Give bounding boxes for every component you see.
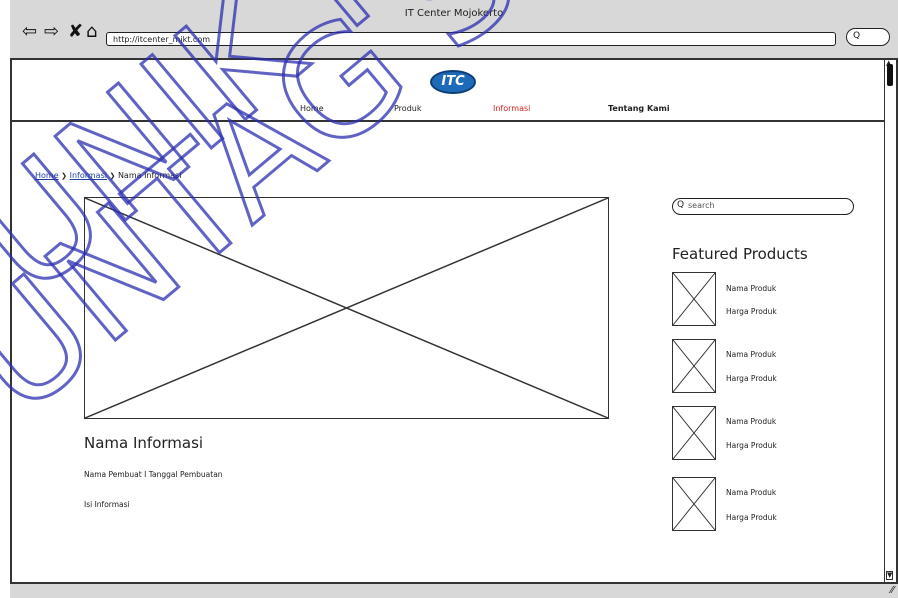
- product-image-placeholder[interactable]: [672, 339, 716, 393]
- info-title: Nama Informasi: [84, 434, 204, 452]
- product-price: Harga Produk: [726, 441, 777, 450]
- nav-tentang-kami[interactable]: Tentang Kami: [608, 104, 670, 113]
- main-image-placeholder: [84, 197, 609, 419]
- search-icon: Q: [853, 31, 861, 41]
- chevron-right-icon: ❯: [109, 172, 116, 180]
- product-name[interactable]: Nama Produk: [726, 350, 776, 359]
- product-price: Harga Produk: [726, 513, 777, 522]
- nav-produk[interactable]: Produk: [394, 104, 421, 113]
- breadcrumb-informasi[interactable]: Informasi: [70, 171, 107, 180]
- resize-handle-icon[interactable]: ⁄⁄: [891, 585, 894, 596]
- info-body: Isi Informasi: [84, 500, 130, 509]
- url-bar[interactable]: http://itcenter_mjkt.com: [106, 32, 836, 46]
- search-icon: Q: [677, 200, 685, 210]
- product-name[interactable]: Nama Produk: [726, 417, 776, 426]
- chevron-right-icon: ❯: [61, 172, 68, 180]
- product-image-placeholder[interactable]: [672, 406, 716, 460]
- featured-products-title: Featured Products: [672, 245, 808, 263]
- product-image-placeholder[interactable]: [672, 272, 716, 326]
- scroll-thumb[interactable]: [887, 64, 893, 86]
- scroll-down-icon[interactable]: ▼: [886, 571, 894, 580]
- browser-search-button[interactable]: Q: [846, 28, 890, 46]
- home-icon[interactable]: ⌂: [86, 22, 97, 42]
- browser-titlebar: IT Center Mojokerto: [10, 0, 898, 60]
- breadcrumb: Home ❯ Informasi ❯ Nama Informasi: [35, 171, 181, 180]
- browser-statusbar: ⁄⁄: [10, 582, 898, 598]
- window-title: IT Center Mojokerto: [404, 8, 504, 19]
- breadcrumb-current: Nama Informasi: [117, 171, 182, 180]
- close-icon[interactable]: ✘: [68, 22, 83, 42]
- info-meta: Nama Pembuat I Tanggal Pembuatan: [84, 470, 223, 479]
- product-price: Harga Produk: [726, 307, 777, 316]
- product-name[interactable]: Nama Produk: [726, 488, 776, 497]
- breadcrumb-home[interactable]: Home: [35, 171, 59, 180]
- product-name[interactable]: Nama Produk: [726, 284, 776, 293]
- scrollbar[interactable]: ▲ ▼: [884, 60, 896, 582]
- nav-home[interactable]: Home: [300, 104, 324, 113]
- sidebar-search-input[interactable]: Q search: [672, 198, 854, 215]
- forward-icon[interactable]: ⇨: [44, 22, 59, 42]
- product-price: Harga Produk: [726, 374, 777, 383]
- site-logo[interactable]: ITC: [430, 70, 476, 94]
- product-image-placeholder[interactable]: [672, 477, 716, 531]
- nav-informasi[interactable]: Informasi: [493, 104, 530, 113]
- back-icon[interactable]: ⇦: [22, 22, 37, 42]
- search-placeholder: search: [688, 201, 715, 210]
